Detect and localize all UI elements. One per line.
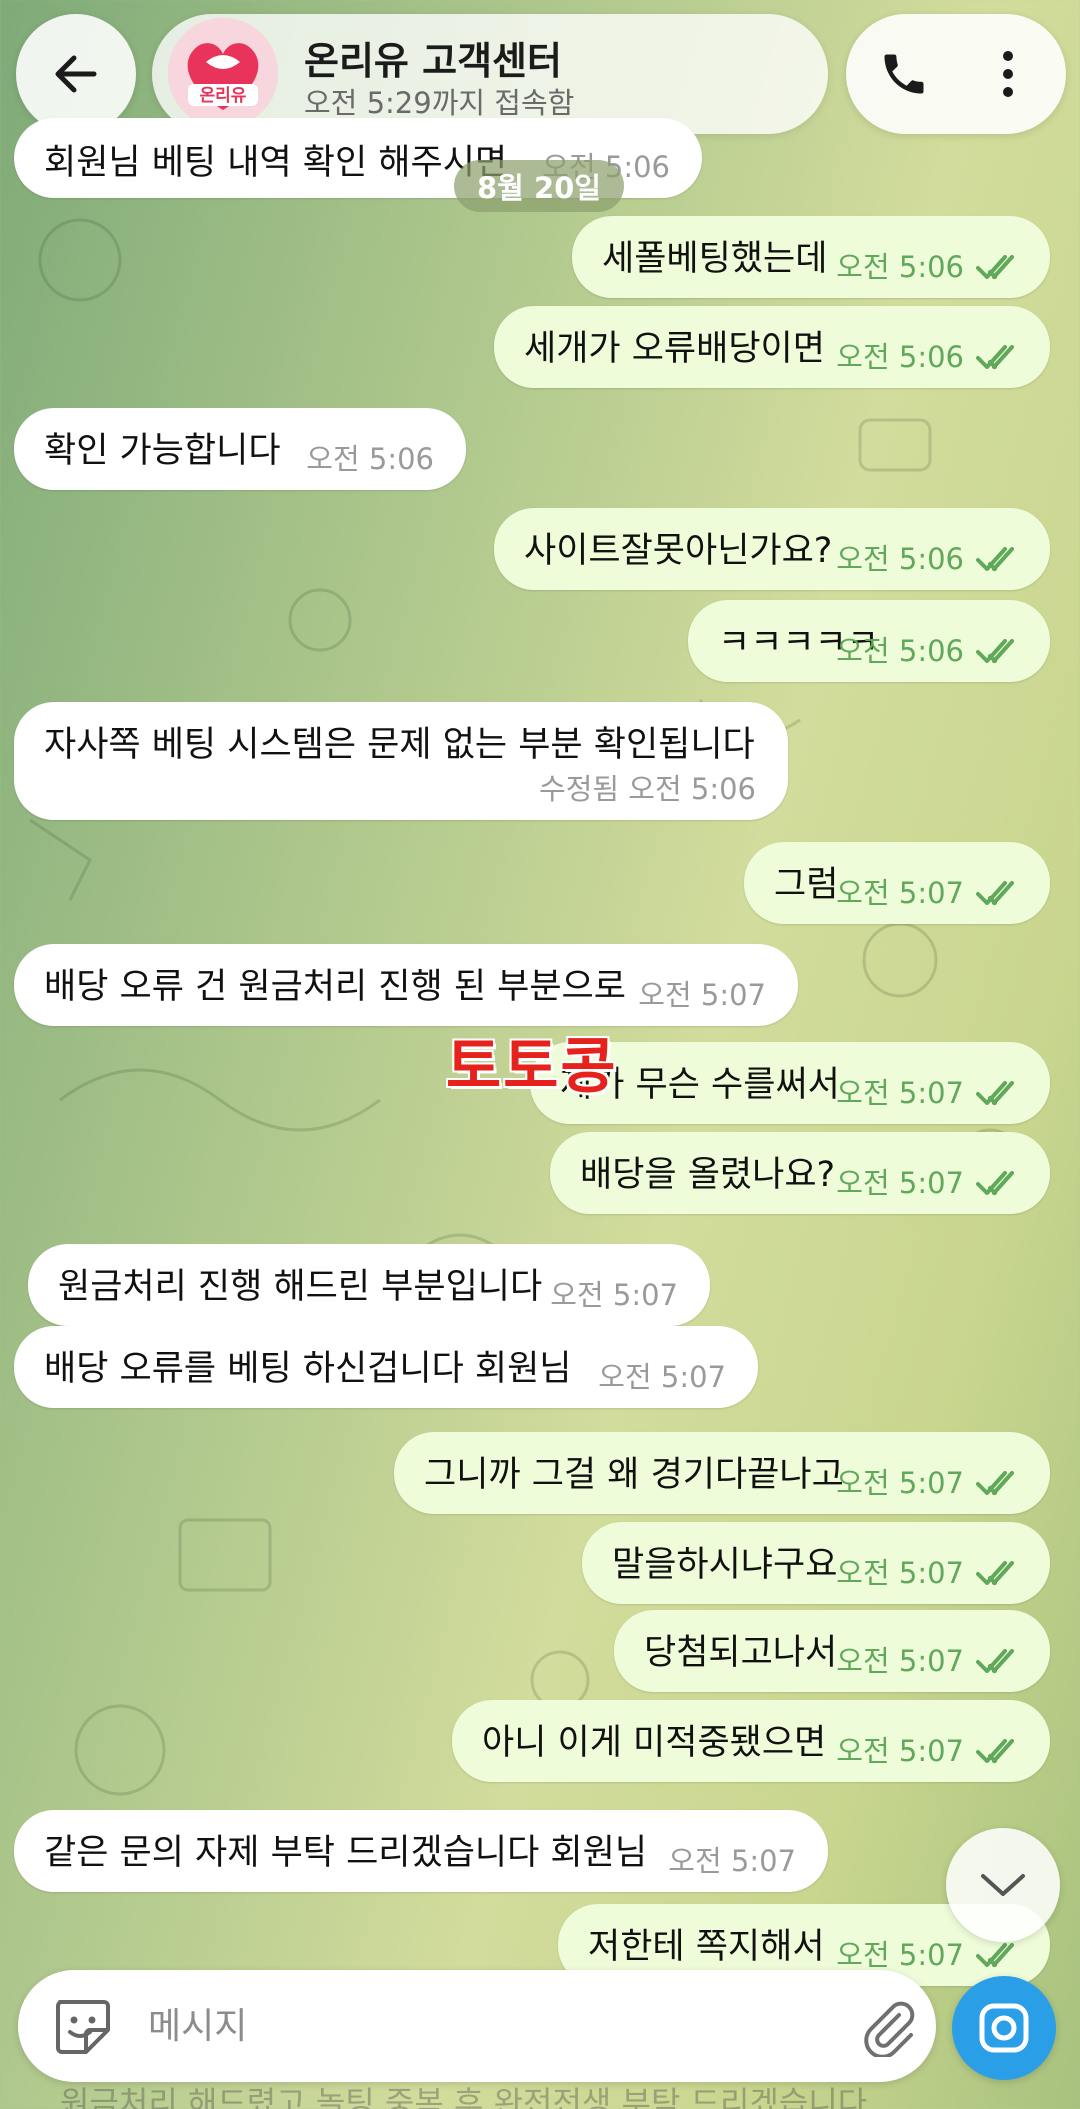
- back-arrow-icon: [55, 55, 97, 93]
- header-actions: [846, 14, 1066, 134]
- scroll-to-bottom-button[interactable]: [946, 1828, 1060, 1942]
- double-check-icon: [976, 1739, 1014, 1763]
- watermark: 토토콩: [446, 1032, 618, 1102]
- message-text: 아니 이게 미적중됐으면: [482, 1723, 827, 1763]
- message-bubble-incoming[interactable]: 확인 가능합니다 오전 5:06: [14, 408, 466, 490]
- double-check-icon: [976, 639, 1014, 663]
- double-check-icon: [976, 1649, 1014, 1673]
- double-check-icon: [976, 1081, 1014, 1105]
- sticker-icon: [56, 2000, 110, 2054]
- message-time: 오전 5:07: [836, 1644, 964, 1678]
- message-bubble-outgoing[interactable]: 세개가 오류배당이면 오전 5:06: [494, 306, 1050, 388]
- double-check-icon: [976, 1561, 1014, 1585]
- message-bubble-incoming[interactable]: 배당 오류 건 원금처리 진행 된 부분으로 오전 5:07: [14, 944, 798, 1026]
- message-text: 당첨되고나서: [644, 1633, 838, 1673]
- message-time: 오전 5:07: [836, 1166, 964, 1200]
- message-text: 원금처리 진행 해드린 부분입니다: [58, 1267, 543, 1307]
- call-button[interactable]: [874, 44, 934, 104]
- message-time: 오전 5:07: [598, 1360, 726, 1394]
- message-bubble-incoming[interactable]: 원금처리 진행 해드린 부분입니다 오전 5:07: [28, 1244, 710, 1326]
- message-time: 오전 5:07: [836, 1938, 964, 1972]
- message-text: 세개가 오류배당이면: [524, 329, 825, 369]
- message-composer: [18, 1970, 936, 2082]
- message-time: 오전 5:06: [836, 542, 964, 576]
- message-time: 수정됨 오전 5:06: [539, 772, 756, 806]
- message-bubble-incoming[interactable]: 배당 오류를 베팅 하신겁니다 회원님 오전 5:07: [14, 1326, 758, 1408]
- message-bubble-outgoing[interactable]: 그럼 오전 5:07: [744, 842, 1050, 924]
- message-bubble-outgoing[interactable]: 세폴베팅했는데 오전 5:06: [572, 216, 1050, 298]
- message-bubble-outgoing[interactable]: 당첨되고나서 오전 5:07: [614, 1610, 1050, 1692]
- sticker-button[interactable]: [48, 1992, 116, 2060]
- message-bubble-outgoing[interactable]: ㅋㅋㅋㅋㅋ 오전 5:06: [688, 600, 1050, 682]
- camera-icon: [979, 2003, 1029, 2053]
- message-bubble-outgoing[interactable]: 그니까 그걸 왜 경기다끝나고 오전 5:07: [394, 1432, 1050, 1514]
- message-time: 오전 5:06: [836, 340, 964, 374]
- message-time: 오전 5:06: [836, 250, 964, 284]
- double-check-icon: [976, 1171, 1014, 1195]
- double-check-icon: [976, 1943, 1014, 1967]
- attach-button[interactable]: [856, 1994, 922, 2060]
- message-time: 오전 5:07: [836, 1734, 964, 1768]
- double-check-icon: [976, 345, 1014, 369]
- message-bubble-incoming[interactable]: 자사쪽 베팅 시스템은 문제 없는 부분 확인됩니다 수정됨 오전 5:06: [14, 702, 788, 820]
- avatar[interactable]: 온리유: [168, 18, 278, 128]
- message-text: 같은 문의 자제 부탁 드리겠습니다 회원님: [44, 1833, 648, 1873]
- message-text: 사이트잘못아닌가요?: [524, 531, 833, 571]
- message-bubble-outgoing[interactable]: 아니 이게 미적중됐으면 오전 5:07: [452, 1700, 1050, 1782]
- message-time: 오전 5:07: [836, 1556, 964, 1590]
- paperclip-icon: [864, 2001, 915, 2057]
- message-text: 배당 오류를 베팅 하신겁니다 회원님: [44, 1349, 572, 1389]
- message-time: 오전 5:07: [638, 978, 766, 1012]
- message-text: 저한테 쪽지해서: [588, 1927, 825, 1967]
- last-seen-status: 오전 5:29까지 접속함: [304, 86, 575, 120]
- message-text: 자사쪽 베팅 시스템은 문제 없는 부분 확인됩니다: [44, 725, 755, 765]
- message-text: 그럼: [774, 865, 839, 905]
- message-time: 오전 5:07: [550, 1278, 678, 1312]
- double-check-icon: [976, 881, 1014, 905]
- more-vertical-icon: [1003, 51, 1013, 97]
- date-separator: 8월 20일: [454, 160, 624, 212]
- chat-title-area[interactable]: 온리유 온리유 고객센터 오전 5:29까지 접속함: [152, 14, 828, 134]
- message-time: 오전 5:07: [836, 1466, 964, 1500]
- message-text: 말을하시냐구요: [612, 1545, 838, 1585]
- message-text: 확인 가능합니다: [44, 431, 281, 471]
- chevron-down-icon: [981, 1874, 1025, 1896]
- chat-title: 온리유 고객센터: [304, 39, 562, 83]
- message-bubble-incoming[interactable]: 같은 문의 자제 부탁 드리겠습니다 회원님 오전 5:07: [14, 1810, 828, 1892]
- more-options-button[interactable]: [978, 44, 1038, 104]
- partially-hidden-message: 원금처리 해드렸고 놀팅 중복 후 완전전생 부탁 드리겠습니다: [60, 2084, 868, 2109]
- message-text: 배당을 올렸나요?: [580, 1155, 836, 1195]
- message-text: 배당 오류 건 원금처리 진행 된 부분으로: [44, 967, 626, 1007]
- chat-header: 온리유 온리유 고객센터 오전 5:29까지 접속함: [14, 14, 1066, 134]
- phone-icon: [884, 54, 924, 94]
- message-bubble-outgoing[interactable]: 말을하시냐구요 오전 5:07: [582, 1522, 1050, 1604]
- double-check-icon: [976, 547, 1014, 571]
- message-text: 회원님 베팅 내역 확인 해주시면: [44, 143, 508, 183]
- message-time: 오전 5:07: [836, 1076, 964, 1110]
- double-check-icon: [976, 255, 1014, 279]
- camera-button[interactable]: [952, 1976, 1056, 2080]
- message-time: 오전 5:06: [836, 634, 964, 668]
- message-text: 세폴베팅했는데: [602, 239, 828, 279]
- back-button[interactable]: [16, 14, 136, 134]
- message-time: 오전 5:06: [306, 442, 434, 476]
- double-check-icon: [976, 1471, 1014, 1495]
- message-time: 오전 5:07: [668, 1844, 796, 1878]
- svg-text:온리유: 온리유: [200, 86, 247, 106]
- message-bubble-outgoing[interactable]: 사이트잘못아닌가요? 오전 5:06: [494, 508, 1050, 590]
- message-time: 오전 5:07: [836, 876, 964, 910]
- message-bubble-outgoing[interactable]: 배당을 올렸나요? 오전 5:07: [550, 1132, 1050, 1214]
- message-text: 그니까 그걸 왜 경기다끝나고: [424, 1455, 844, 1495]
- brand-logo: 온리유: [168, 18, 278, 128]
- message-input[interactable]: [148, 1996, 668, 2056]
